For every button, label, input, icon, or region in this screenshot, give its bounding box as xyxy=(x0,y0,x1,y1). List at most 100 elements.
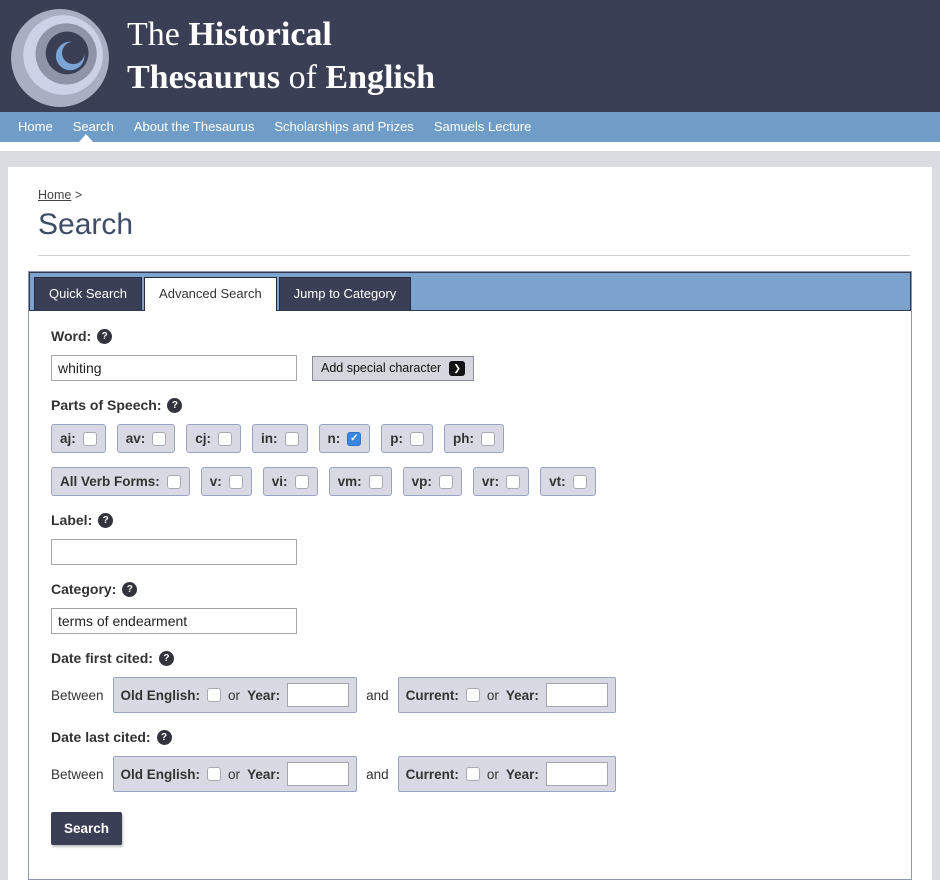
category-input-row xyxy=(51,608,889,634)
n-checkbox[interactable] xyxy=(347,432,361,446)
word-help-icon[interactable]: ? xyxy=(97,329,112,344)
date-last-from-year-input[interactable] xyxy=(287,762,349,786)
date-last-old-english-checkbox[interactable] xyxy=(207,767,221,781)
label-input-row xyxy=(51,539,889,565)
pos-row-2: All Verb Forms: v: vi: vm: vp: vr: vt: xyxy=(51,467,889,496)
site-title-line2: Thesaurus of English xyxy=(127,56,435,99)
header-divider xyxy=(0,142,940,151)
page-title: Search xyxy=(38,208,932,242)
pos-chip-n[interactable]: n: xyxy=(319,424,371,453)
date-first-cited-row: Between Old English: or Year: and Curren… xyxy=(51,677,889,713)
year-label: Year: xyxy=(247,767,280,782)
content-card: Home > Search Quick Search Advanced Sear… xyxy=(8,167,932,880)
label-field-label: Label: xyxy=(51,512,92,528)
pos-label: Parts of Speech: xyxy=(51,397,161,413)
pos-chip-vp[interactable]: vp: xyxy=(403,467,462,496)
or-text: or xyxy=(228,767,240,782)
main-nav: Home Search About the Thesaurus Scholars… xyxy=(0,112,940,142)
tab-quick-search[interactable]: Quick Search xyxy=(34,277,142,310)
pos-chip-vi[interactable]: vi: xyxy=(263,467,318,496)
date-last-to-year-input[interactable] xyxy=(546,762,608,786)
word-input-row: Add special character ❯ xyxy=(51,355,889,381)
word-label: Word: xyxy=(51,328,91,344)
current-label: Current: xyxy=(406,767,459,782)
v-checkbox[interactable] xyxy=(229,475,243,489)
advanced-search-form: Word: ? Add special character ❯ Parts of… xyxy=(29,311,911,879)
tab-advanced-search[interactable]: Advanced Search xyxy=(144,277,277,311)
vr-checkbox[interactable] xyxy=(506,475,520,489)
word-input[interactable] xyxy=(51,355,297,381)
date-first-to-group: Current: or Year: xyxy=(398,677,616,713)
vp-checkbox[interactable] xyxy=(439,475,453,489)
and-text: and xyxy=(366,688,389,703)
label-input[interactable] xyxy=(51,539,297,565)
pos-chip-av[interactable]: av: xyxy=(117,424,176,453)
pos-chip-all-verb-forms[interactable]: All Verb Forms: xyxy=(51,467,190,496)
date-last-cited-row: Between Old English: or Year: and Curren… xyxy=(51,756,889,792)
pos-chip-in[interactable]: in: xyxy=(252,424,308,453)
tab-jump-to-category[interactable]: Jump to Category xyxy=(279,277,412,310)
pos-chip-vr[interactable]: vr: xyxy=(473,467,529,496)
add-special-character-label: Add special character xyxy=(321,361,441,375)
old-english-label: Old English: xyxy=(121,767,201,782)
nav-item-search[interactable]: Search xyxy=(63,112,124,142)
breadcrumb: Home > xyxy=(38,188,932,202)
chevron-right-icon: ❯ xyxy=(449,361,465,376)
pos-chip-cj[interactable]: cj: xyxy=(186,424,241,453)
search-form-box: Quick Search Advanced Search Jump to Cat… xyxy=(28,271,912,880)
nav-item-about[interactable]: About the Thesaurus xyxy=(124,112,264,142)
in-checkbox[interactable] xyxy=(285,432,299,446)
date-last-cited-label-row: Date last cited: ? xyxy=(51,729,889,745)
category-help-icon[interactable]: ? xyxy=(122,582,137,597)
label-help-icon[interactable]: ? xyxy=(98,513,113,528)
date-first-to-year-input[interactable] xyxy=(546,683,608,707)
or-text: or xyxy=(487,767,499,782)
date-last-from-group: Old English: or Year: xyxy=(113,756,358,792)
and-text: and xyxy=(366,767,389,782)
pos-chip-p[interactable]: p: xyxy=(381,424,433,453)
year-label: Year: xyxy=(247,688,280,703)
date-first-from-year-input[interactable] xyxy=(287,683,349,707)
pos-chip-vt[interactable]: vt: xyxy=(540,467,596,496)
category-label-row: Category: ? xyxy=(51,581,889,597)
date-last-help-icon[interactable]: ? xyxy=(157,730,172,745)
ph-checkbox[interactable] xyxy=(481,432,495,446)
or-text: or xyxy=(487,688,499,703)
date-first-old-english-checkbox[interactable] xyxy=(207,688,221,702)
nav-item-samuels-lecture[interactable]: Samuels Lecture xyxy=(424,112,542,142)
pos-chip-v[interactable]: v: xyxy=(201,467,252,496)
current-label: Current: xyxy=(406,688,459,703)
between-text: Between xyxy=(51,688,104,703)
nav-item-home[interactable]: Home xyxy=(8,112,63,142)
date-first-help-icon[interactable]: ? xyxy=(159,651,174,666)
date-first-cited-label-row: Date first cited: ? xyxy=(51,650,889,666)
old-english-label: Old English: xyxy=(121,688,201,703)
pos-chip-aj[interactable]: aj: xyxy=(51,424,106,453)
category-input[interactable] xyxy=(51,608,297,634)
date-first-current-checkbox[interactable] xyxy=(466,688,480,702)
pos-chip-ph[interactable]: ph: xyxy=(444,424,504,453)
p-checkbox[interactable] xyxy=(410,432,424,446)
vm-checkbox[interactable] xyxy=(369,475,383,489)
search-tabs: Quick Search Advanced Search Jump to Cat… xyxy=(29,272,911,311)
pos-chip-vm[interactable]: vm: xyxy=(329,467,392,496)
date-first-from-group: Old English: or Year: xyxy=(113,677,358,713)
nav-item-scholarships[interactable]: Scholarships and Prizes xyxy=(264,112,423,142)
site-header: The Historical Thesaurus of English xyxy=(0,0,940,112)
all-verb-forms-checkbox[interactable] xyxy=(167,475,181,489)
between-text: Between xyxy=(51,767,104,782)
pos-help-icon[interactable]: ? xyxy=(167,398,182,413)
breadcrumb-home-link[interactable]: Home xyxy=(38,188,71,202)
cj-checkbox[interactable] xyxy=(218,432,232,446)
aj-checkbox[interactable] xyxy=(83,432,97,446)
category-label: Category: xyxy=(51,581,116,597)
active-nav-caret xyxy=(79,134,93,142)
search-submit-button[interactable]: Search xyxy=(51,812,122,845)
date-first-cited-label: Date first cited: xyxy=(51,650,153,666)
date-last-current-checkbox[interactable] xyxy=(466,767,480,781)
vt-checkbox[interactable] xyxy=(573,475,587,489)
vi-checkbox[interactable] xyxy=(295,475,309,489)
thesaurus-logo-icon xyxy=(9,7,111,109)
av-checkbox[interactable] xyxy=(152,432,166,446)
add-special-character-button[interactable]: Add special character ❯ xyxy=(312,356,474,381)
